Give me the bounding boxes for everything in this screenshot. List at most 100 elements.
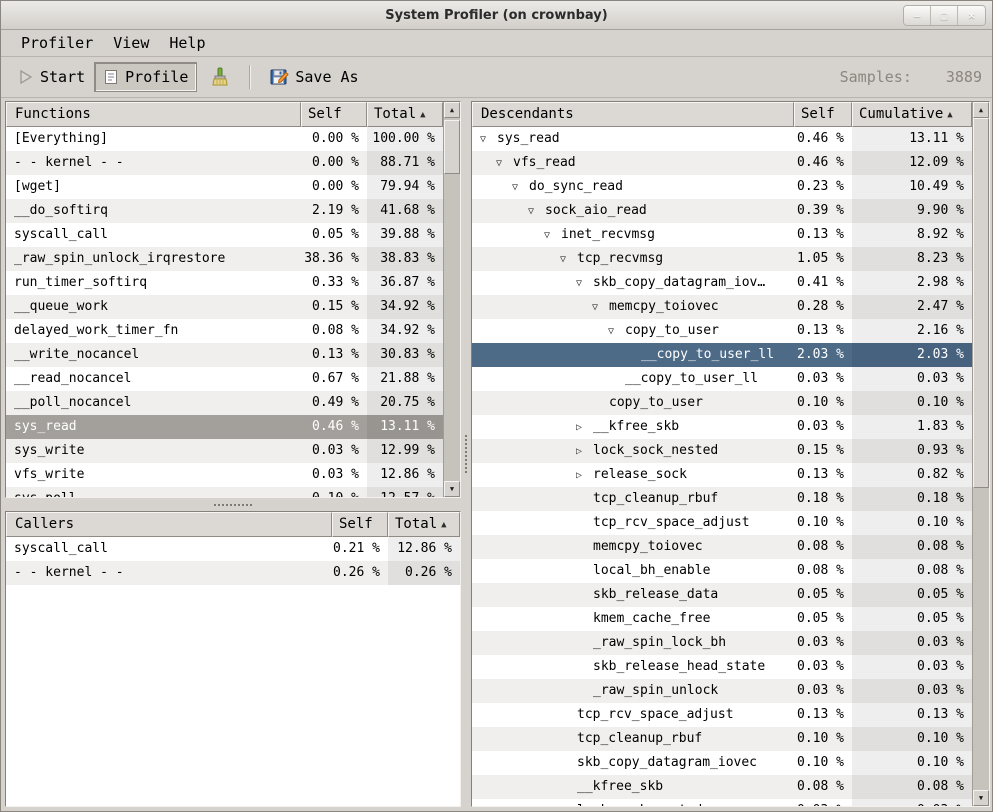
table-row[interactable]: __poll_nocancel0.49 %20.75 % — [6, 391, 443, 415]
functions-column-header[interactable]: Functions — [6, 102, 301, 127]
table-row[interactable]: vfs_write0.03 %12.86 % — [6, 463, 443, 487]
descendants-column-header[interactable]: Descendants — [472, 102, 794, 127]
function-name-cell: ▽copy_to_user — [472, 319, 794, 343]
expander-open-icon[interactable]: ▽ — [608, 320, 625, 343]
expander-closed-icon[interactable]: ▷ — [576, 416, 593, 439]
table-row[interactable]: __copy_to_user_ll0.03 %0.03 % — [472, 367, 972, 391]
menu-help[interactable]: Help — [159, 32, 215, 54]
expander-open-icon[interactable]: ▽ — [496, 152, 513, 175]
table-row[interactable]: memcpy_toiovec0.08 %0.08 % — [472, 535, 972, 559]
table-row[interactable]: local_bh_enable0.08 %0.08 % — [472, 559, 972, 583]
scroll-down-icon[interactable]: ▼ — [444, 481, 460, 497]
table-row[interactable]: ▷release_sock0.13 %0.82 % — [472, 463, 972, 487]
function-name-cell: sys_write — [6, 439, 301, 463]
table-row[interactable]: ▽sock_aio_read0.39 %9.90 % — [472, 199, 972, 223]
table-row[interactable]: __read_nocancel0.67 %21.88 % — [6, 367, 443, 391]
expander-open-icon[interactable]: ▽ — [528, 200, 545, 223]
table-row[interactable]: ▷__kfree_skb0.03 %1.83 % — [472, 415, 972, 439]
table-row[interactable]: [wget]0.00 %79.94 % — [6, 175, 443, 199]
minimize-icon[interactable]: – — [904, 6, 931, 25]
functions-scrollbar[interactable]: ▲ ▼ — [443, 102, 460, 497]
self-value-cell: 0.10 % — [794, 751, 852, 775]
table-row[interactable]: - - kernel - -0.00 %88.71 % — [6, 151, 443, 175]
close-icon[interactable]: ✕ — [958, 6, 985, 25]
table-row[interactable]: skb_release_data0.05 %0.05 % — [472, 583, 972, 607]
expander-open-icon[interactable]: ▽ — [480, 128, 497, 151]
scroll-up-icon[interactable]: ▲ — [444, 102, 460, 118]
table-row[interactable]: ▽inet_recvmsg0.13 %8.92 % — [472, 223, 972, 247]
table-row[interactable]: __write_nocancel0.13 %30.83 % — [6, 343, 443, 367]
reset-button[interactable] — [201, 61, 239, 93]
table-row[interactable]: ▽copy_to_user0.13 %2.16 % — [472, 319, 972, 343]
table-row[interactable]: ▽tcp_recvmsg1.05 %8.23 % — [472, 247, 972, 271]
table-row[interactable]: syscall_call0.21 %12.86 % — [6, 537, 460, 561]
table-row[interactable]: tcp_cleanup_rbuf0.18 %0.18 % — [472, 487, 972, 511]
table-row[interactable]: ▷lock_sock_nested0.15 %0.93 % — [472, 439, 972, 463]
table-row[interactable]: ▽sys_read0.46 %13.11 % — [472, 127, 972, 151]
table-row[interactable]: delayed_work_timer_fn0.08 %34.92 % — [6, 319, 443, 343]
table-row[interactable]: ▽do_sync_read0.23 %10.49 % — [472, 175, 972, 199]
table-row[interactable]: sys_poll0.10 %12.57 % — [6, 487, 443, 497]
callers-column-header[interactable]: Callers — [6, 512, 332, 537]
table-row[interactable]: kmem_cache_free0.05 %0.05 % — [472, 607, 972, 631]
save-as-button[interactable]: Save As — [260, 61, 367, 93]
table-row[interactable]: __copy_to_user_ll2.03 %2.03 % — [472, 343, 972, 367]
menu-view[interactable]: View — [103, 32, 159, 54]
table-row[interactable]: skb_copy_datagram_iovec0.10 %0.10 % — [472, 751, 972, 775]
save-as-icon — [269, 67, 289, 87]
total-column-header[interactable]: Total▲ — [388, 512, 460, 537]
table-row[interactable]: run_timer_softirq0.33 %36.87 % — [6, 271, 443, 295]
descendants-scroll-thumb[interactable] — [973, 118, 989, 488]
expander-open-icon[interactable]: ▽ — [576, 272, 593, 295]
descendants-scrollbar[interactable]: ▲ ▼ — [972, 102, 989, 806]
self-column-header[interactable]: Self — [794, 102, 852, 127]
table-row[interactable]: tcp_cleanup_rbuf0.10 %0.10 % — [472, 727, 972, 751]
horizontal-splitter[interactable] — [5, 498, 461, 511]
scroll-up-icon[interactable]: ▲ — [973, 102, 989, 118]
table-row[interactable]: copy_to_user0.10 %0.10 % — [472, 391, 972, 415]
cumulative-column-header[interactable]: Cumulative▲ — [852, 102, 972, 127]
expander-open-icon[interactable]: ▽ — [544, 224, 561, 247]
table-row[interactable]: __kfree_skb0.08 %0.08 % — [472, 775, 972, 799]
table-row[interactable]: - - kernel - -0.26 %0.26 % — [6, 561, 460, 585]
start-button[interactable]: Start — [9, 62, 94, 92]
function-name-cell: [wget] — [6, 175, 301, 199]
expander-open-icon[interactable]: ▽ — [512, 176, 529, 199]
expander-closed-icon[interactable]: ▷ — [576, 440, 593, 463]
self-column-header[interactable]: Self — [301, 102, 367, 127]
scroll-down-icon[interactable]: ▼ — [973, 790, 989, 806]
table-row[interactable]: sys_write0.03 %12.99 % — [6, 439, 443, 463]
table-row[interactable]: syscall_call0.05 %39.88 % — [6, 223, 443, 247]
table-row[interactable]: _raw_spin_unlock_irqrestore38.36 %38.83 … — [6, 247, 443, 271]
self-value-cell: 0.10 % — [794, 391, 852, 415]
table-row[interactable]: skb_release_head_state0.03 %0.03 % — [472, 655, 972, 679]
table-row[interactable]: tcp_rcv_space_adjust0.13 %0.13 % — [472, 703, 972, 727]
profile-toggle-button[interactable]: Profile — [94, 62, 197, 92]
function-name-cell: local_bh_enable — [472, 559, 794, 583]
table-row[interactable]: ▽vfs_read0.46 %12.09 % — [472, 151, 972, 175]
expander-closed-icon[interactable]: ▷ — [576, 464, 593, 487]
expander-open-icon[interactable]: ▽ — [560, 248, 577, 271]
self-column-header[interactable]: Self — [332, 512, 388, 537]
table-row[interactable]: tcp_rcv_space_adjust0.10 %0.10 % — [472, 511, 972, 535]
total-column-header[interactable]: Total▲ — [367, 102, 443, 127]
total-value-cell: 0.05 % — [852, 607, 972, 631]
functions-panel: Functions Self Total▲ [Everything]0.00 %… — [5, 101, 461, 498]
table-row[interactable]: __do_softirq2.19 %41.68 % — [6, 199, 443, 223]
function-name-cell: syscall_call — [6, 223, 301, 247]
table-row[interactable]: sys_read0.46 %13.11 % — [6, 415, 443, 439]
functions-scroll-thumb[interactable] — [444, 120, 460, 174]
table-row[interactable]: ▽skb_copy_datagram_iov…0.41 %2.98 % — [472, 271, 972, 295]
table-row[interactable]: ▽memcpy_toiovec0.28 %2.47 % — [472, 295, 972, 319]
self-value-cell: 0.03 % — [794, 631, 852, 655]
table-row[interactable]: lock_sock_nested0.03 %0.03 % — [472, 799, 972, 806]
menu-profiler[interactable]: Profiler — [11, 32, 103, 54]
table-row[interactable]: _raw_spin_lock_bh0.03 %0.03 % — [472, 631, 972, 655]
table-row[interactable]: [Everything]0.00 %100.00 % — [6, 127, 443, 151]
expander-open-icon[interactable]: ▽ — [592, 296, 609, 319]
table-row[interactable]: _raw_spin_unlock0.03 %0.03 % — [472, 679, 972, 703]
vertical-splitter[interactable] — [461, 101, 471, 807]
table-row[interactable]: __queue_work0.15 %34.92 % — [6, 295, 443, 319]
function-name-cell: memcpy_toiovec — [472, 535, 794, 559]
maximize-icon[interactable]: □ — [931, 6, 958, 25]
